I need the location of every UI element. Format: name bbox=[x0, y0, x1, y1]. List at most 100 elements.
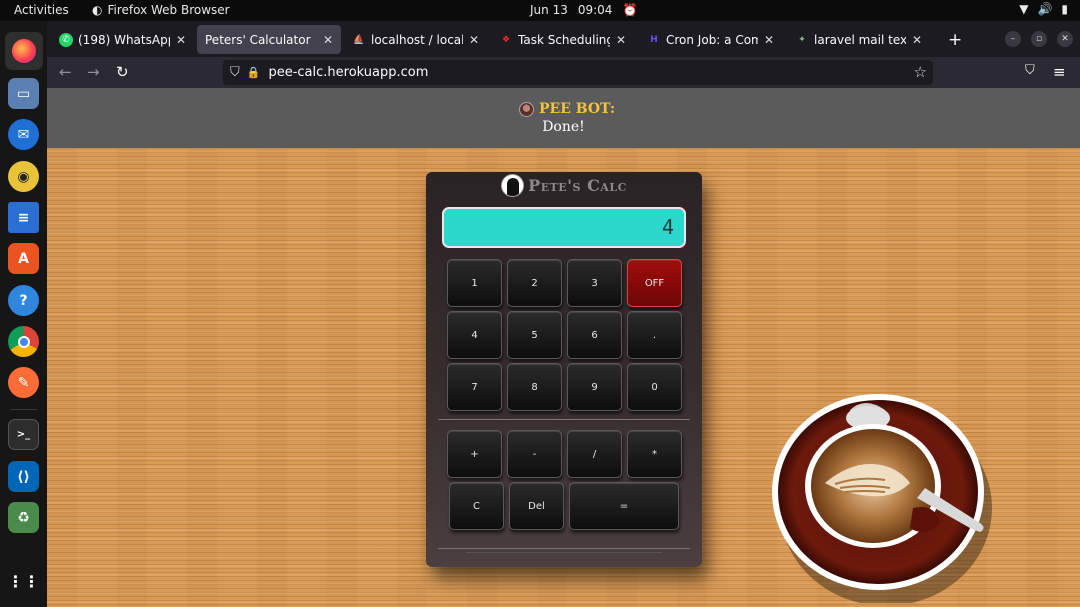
app-menu[interactable]: ◐ Firefox Web Browser bbox=[92, 3, 230, 17]
key-5[interactable]: 5 bbox=[507, 311, 562, 359]
dock-vscode-icon[interactable]: ⟨⟩ bbox=[8, 461, 39, 492]
bot-header: PEE BOT: bbox=[519, 101, 615, 117]
calculator-bottom-divider bbox=[438, 548, 690, 549]
dock-writer-icon[interactable]: ≡ bbox=[8, 202, 39, 233]
dock: ▭ ✉ ◉ ≡ A ? ✎ >_ ⟨⟩ ♻ ⋮⋮ bbox=[0, 21, 47, 607]
tab-laravel-mail[interactable]: ✦ laravel mail text Co ✕ bbox=[787, 25, 930, 54]
laravel-icon: ❖ bbox=[501, 34, 511, 45]
close-tab-icon[interactable]: ✕ bbox=[764, 33, 774, 47]
bookmark-star-icon[interactable]: ☆ bbox=[914, 63, 927, 81]
reload-icon[interactable]: ↻ bbox=[116, 63, 129, 81]
page-content: PEE BOT: Done! Pete's Calc 4 1 2 3 OFF 4… bbox=[47, 88, 1080, 607]
pocket-icon[interactable]: ⛉ bbox=[1025, 63, 1035, 78]
tab-label: Task Scheduling - La bbox=[518, 32, 610, 47]
tab-phpmyadmin[interactable]: ⛵ localhost / localhost ✕ bbox=[344, 25, 487, 54]
key-off[interactable]: OFF bbox=[627, 259, 682, 307]
forward-arrow-icon[interactable]: → bbox=[87, 63, 100, 81]
dock-firefox-icon[interactable] bbox=[5, 32, 43, 70]
key-decimal[interactable]: . bbox=[627, 311, 682, 359]
back-arrow-icon[interactable]: ← bbox=[59, 63, 72, 81]
dock-software-icon[interactable]: A bbox=[8, 243, 39, 274]
close-tab-icon[interactable]: ✕ bbox=[323, 33, 333, 47]
calculator-divider bbox=[438, 419, 690, 420]
key-3[interactable]: 3 bbox=[567, 259, 622, 307]
maximize-icon[interactable]: ▫ bbox=[1031, 31, 1047, 47]
key-0[interactable]: 0 bbox=[627, 363, 682, 411]
hostinger-icon: H bbox=[650, 34, 658, 45]
close-tab-icon[interactable]: ✕ bbox=[469, 33, 479, 47]
battery-icon: ▮ bbox=[1061, 2, 1068, 16]
calculator-title: Pete's Calc bbox=[426, 174, 702, 197]
key-minus[interactable]: - bbox=[507, 430, 562, 478]
close-tab-icon[interactable]: ✕ bbox=[616, 33, 626, 47]
bot-message: Done! bbox=[542, 119, 585, 135]
devtools-icon: ✦ bbox=[798, 34, 806, 45]
tracking-shield-icon[interactable]: ⛉ bbox=[230, 65, 240, 80]
tab-label: Cron Job: a Compre bbox=[666, 32, 758, 47]
url-bar[interactable]: ⛉ 🔒 pee-calc.herokuapp.com ☆ bbox=[223, 60, 933, 85]
key-clear[interactable]: C bbox=[449, 482, 504, 530]
key-multiply[interactable]: * bbox=[627, 430, 682, 478]
phpmyadmin-icon: ⛵ bbox=[353, 34, 365, 45]
bot-avatar bbox=[519, 101, 534, 117]
silhouette-logo-icon bbox=[501, 174, 525, 197]
key-7[interactable]: 7 bbox=[447, 363, 502, 411]
system-top-bar: Activities ◐ Firefox Web Browser Jun 13 … bbox=[0, 0, 1080, 21]
dock-thunderbird-icon[interactable]: ✉ bbox=[8, 119, 39, 150]
bot-banner: PEE BOT: Done! bbox=[47, 88, 1080, 148]
tab-calculator[interactable]: Peters' Calculator ✕ bbox=[197, 25, 341, 54]
tab-bar: ✆ (198) WhatsApp ✕ Peters' Calculator ✕ … bbox=[47, 21, 1080, 57]
clock-time: 09:04 bbox=[577, 3, 613, 17]
coffee-cup-image bbox=[772, 394, 992, 603]
close-window-icon[interactable]: ✕ bbox=[1057, 31, 1073, 47]
new-tab-button[interactable]: + bbox=[940, 25, 966, 54]
dock-files-icon[interactable]: ▭ bbox=[8, 78, 39, 109]
dock-trash-icon[interactable]: ♻ bbox=[8, 502, 39, 533]
calculator-title-text: Pete's Calc bbox=[528, 176, 627, 195]
url-text[interactable]: pee-calc.herokuapp.com bbox=[268, 65, 428, 80]
key-8[interactable]: 8 bbox=[507, 363, 562, 411]
dock-postman-icon[interactable]: ✎ bbox=[8, 367, 39, 398]
key-9[interactable]: 9 bbox=[567, 363, 622, 411]
activities-button[interactable]: Activities bbox=[14, 3, 69, 17]
wifi-icon: ▼ bbox=[1019, 2, 1029, 16]
minimize-icon[interactable]: – bbox=[1005, 31, 1021, 47]
tab-label: laravel mail text Co bbox=[814, 32, 906, 47]
key-1[interactable]: 1 bbox=[447, 259, 502, 307]
firefox-small-icon: ◐ bbox=[92, 3, 103, 17]
key-6[interactable]: 6 bbox=[567, 311, 622, 359]
calculator: Pete's Calc 4 1 2 3 OFF 4 5 6 . 7 8 9 0 … bbox=[426, 172, 702, 567]
calculator-display: 4 bbox=[442, 207, 686, 248]
tab-label: localhost / localhost bbox=[371, 32, 463, 47]
whatsapp-icon: ✆ bbox=[59, 32, 73, 47]
dock-rhythmbox-icon[interactable]: ◉ bbox=[8, 161, 39, 192]
alarm-icon: ⏰ bbox=[622, 3, 638, 17]
tab-laravel-scheduling[interactable]: ❖ Task Scheduling - La ✕ bbox=[491, 25, 634, 54]
menu-hamburger-icon[interactable]: ≡ bbox=[1053, 63, 1066, 81]
close-tab-icon[interactable]: ✕ bbox=[912, 33, 922, 47]
key-2[interactable]: 2 bbox=[507, 259, 562, 307]
calculator-bottom-divider-inner bbox=[466, 552, 662, 553]
app-name-label: Firefox Web Browser bbox=[107, 3, 230, 17]
show-applications-icon[interactable]: ⋮⋮ bbox=[8, 566, 40, 597]
key-4[interactable]: 4 bbox=[447, 311, 502, 359]
key-plus[interactable]: + bbox=[447, 430, 502, 478]
dock-help-icon[interactable]: ? bbox=[8, 285, 39, 316]
key-equals[interactable]: = bbox=[569, 482, 679, 530]
volume-icon: 🔊 bbox=[1037, 2, 1053, 16]
clock[interactable]: Jun 13 09:04 ⏰ bbox=[530, 3, 637, 17]
dock-terminal-icon[interactable]: >_ bbox=[8, 419, 39, 450]
dock-chrome-icon[interactable] bbox=[8, 326, 39, 357]
key-divide[interactable]: / bbox=[567, 430, 622, 478]
system-tray[interactable]: ▼ 🔊 ▮ bbox=[1019, 2, 1068, 16]
key-delete[interactable]: Del bbox=[509, 482, 564, 530]
tab-label: Peters' Calculator bbox=[205, 32, 311, 47]
bot-name: PEE BOT: bbox=[539, 101, 616, 117]
clock-date: Jun 13 bbox=[530, 3, 568, 17]
navigation-bar: ← → ↻ ⛉ 🔒 pee-calc.herokuapp.com ☆ ⛉ ≡ bbox=[47, 57, 1080, 88]
tab-whatsapp[interactable]: ✆ (198) WhatsApp ✕ bbox=[51, 25, 194, 54]
tab-label: (198) WhatsApp bbox=[78, 32, 170, 47]
close-tab-icon[interactable]: ✕ bbox=[176, 33, 186, 47]
tab-cron-job[interactable]: H Cron Job: a Compre ✕ bbox=[639, 25, 782, 54]
lock-icon[interactable]: 🔒 bbox=[247, 66, 261, 79]
